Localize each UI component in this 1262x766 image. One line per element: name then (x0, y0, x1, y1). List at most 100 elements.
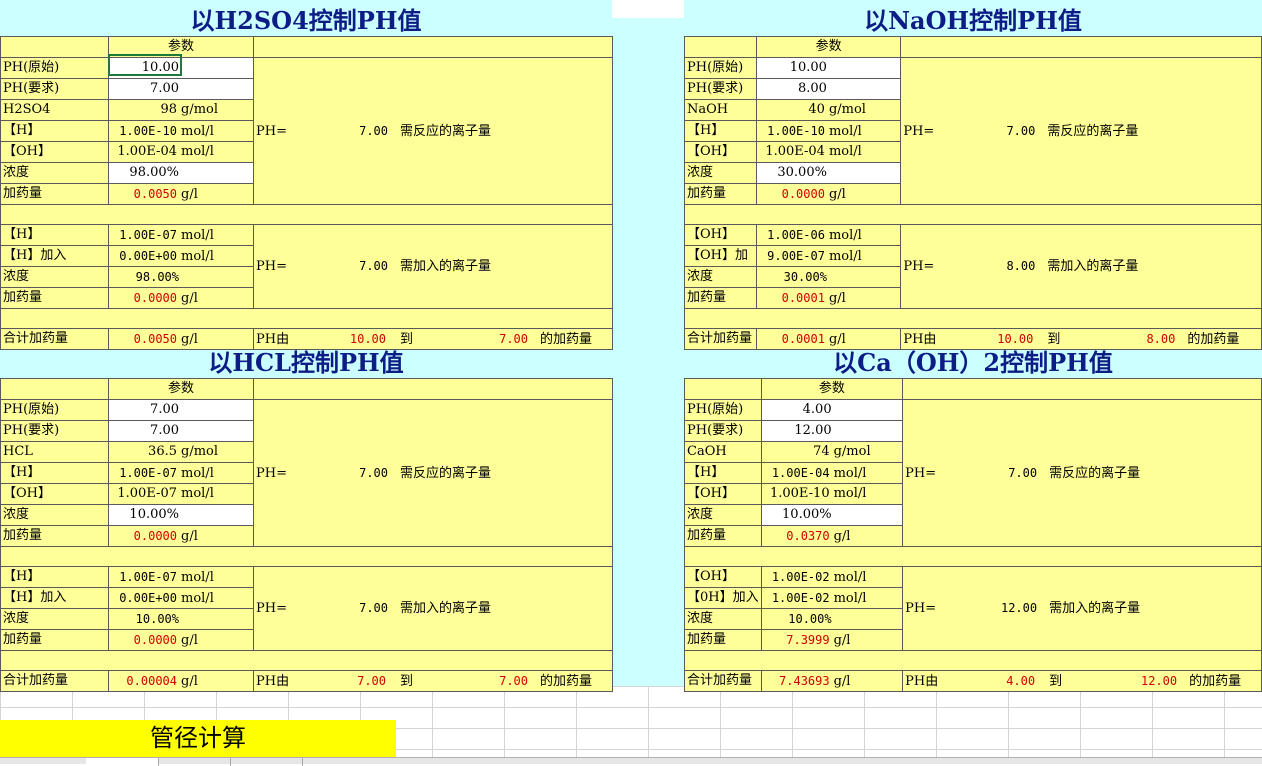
param-input-cell[interactable]: 30.00% (755, 162, 902, 184)
param-unit: mol/l (181, 123, 214, 139)
sheet-tab[interactable] (86, 758, 159, 766)
param-input-cell[interactable]: 7.00 (108, 78, 254, 100)
param-unit: mol/l (181, 569, 214, 585)
param-unit: g/l (181, 528, 198, 544)
param-value: 9.00E-07 (767, 248, 825, 263)
ph-result-value: 7.00 (359, 123, 388, 138)
param-label: PH(要求) (0, 78, 109, 100)
param-label: 【0H】加入 (684, 587, 762, 609)
param-unit: g/mol (181, 444, 219, 459)
corner-cell[interactable] (684, 378, 762, 400)
corner-cell[interactable] (0, 36, 109, 58)
param-value: 1.00E-07 (119, 465, 177, 480)
param-value-cell: 30.00% (755, 266, 902, 288)
param-input-cell[interactable]: 10.00% (760, 504, 904, 526)
param-value: 10.00% (129, 507, 179, 522)
spacer-row[interactable] (0, 308, 613, 329)
sheet-tab-bar[interactable] (0, 757, 1262, 766)
total-value-cell: 0.0050 g/l (108, 328, 254, 350)
header-filler-cell[interactable] (253, 36, 613, 58)
spacer-row[interactable] (684, 546, 1262, 567)
add-result-cell: PH= 8.00 需加入的离子量 (900, 224, 1262, 309)
param-input-cell[interactable]: 7.00 (108, 399, 254, 421)
spacer-row[interactable] (0, 650, 613, 671)
pipe-diameter-calc-button[interactable]: 管径计算 (0, 720, 396, 758)
param-unit: mol/l (833, 465, 867, 481)
spacer-row[interactable] (684, 204, 1262, 225)
param-label: 【H】 (684, 462, 762, 484)
param-unit: mol/l (181, 144, 214, 159)
param-unit: mol/l (828, 227, 862, 243)
param-label: 浓度 (684, 162, 757, 184)
param-input-cell[interactable]: 98.00% (108, 162, 254, 184)
ph-equals-label: PH= (256, 601, 287, 616)
ph-from-value: 10.00 (349, 331, 386, 346)
param-input-cell[interactable]: 10.00% (108, 504, 254, 526)
param-unit: g/mol (828, 102, 866, 117)
header-filler-cell[interactable] (900, 36, 1262, 58)
ph-to-value: 12.00 (1140, 673, 1178, 688)
param-label: 【OH】 (684, 483, 762, 505)
param-input-cell[interactable]: 8.00 (755, 78, 902, 100)
param-value-cell: 1.00E-04 mol/l (108, 141, 254, 163)
sheet-tab[interactable] (158, 758, 231, 766)
corner-cell[interactable] (684, 36, 757, 58)
header-filler-cell[interactable] (902, 378, 1262, 400)
sheet-tab[interactable] (230, 758, 303, 766)
ph-equals-label: PH= (905, 465, 937, 481)
param-unit: mol/l (828, 248, 862, 264)
param-value-cell: 0.00E+00 mol/l (108, 245, 254, 267)
param-value: 36.5 (148, 444, 177, 459)
react-result-cell: PH= 7.00 需反应的离子量 (902, 399, 1262, 547)
param-label: 【H】 (0, 224, 109, 246)
param-unit: g/l (181, 632, 198, 648)
param-header: 参数 (760, 378, 904, 400)
ph-to-value: 7.00 (499, 331, 528, 346)
param-value: 0.0000 (781, 186, 825, 201)
ph-result-value: 7.00 (1008, 465, 1038, 480)
section-title-hcl: 以HCL控制PH值 (208, 348, 404, 377)
spacer-row[interactable] (0, 546, 613, 567)
param-input-cell[interactable]: 7.00 (108, 420, 254, 442)
param-label: 【H】 (684, 120, 757, 142)
param-input-cell[interactable]: 12.00 (760, 420, 904, 442)
react-note: 需反应的离子量 (1049, 465, 1141, 481)
param-unit: mol/l (181, 227, 214, 243)
param-label: 加药量 (684, 525, 762, 547)
total-unit: g/l (828, 331, 846, 347)
ph-to-value: 7.00 (499, 673, 528, 688)
ph-result-value: 7.00 (359, 259, 388, 273)
spacer-row[interactable] (684, 308, 1262, 329)
dose-suffix: 的加药量 (1189, 673, 1242, 689)
param-value: 7.00 (150, 423, 179, 438)
param-label: 【OH】 (684, 566, 762, 588)
param-input-cell[interactable]: 10.00 (755, 57, 902, 79)
total-value: 7.43693 (779, 673, 830, 688)
param-label: PH(原始) (684, 399, 762, 421)
section-title-h2so4: 以H2SO4控制PH值 (190, 6, 422, 35)
param-label: PH(要求) (684, 78, 757, 100)
param-unit: g/l (828, 290, 846, 306)
spacer-row[interactable] (684, 650, 1262, 671)
total-label: 合计加药量 (0, 670, 109, 692)
spacer-row[interactable] (0, 204, 613, 225)
param-input-cell[interactable]: 4.00 (760, 399, 904, 421)
total-value: 0.00004 (126, 673, 177, 688)
param-label: 【OH】加 (684, 245, 757, 267)
param-label: 加药量 (684, 183, 757, 205)
param-value: 0.00E+00 (119, 248, 177, 263)
param-value-cell: 1.00E-07 mol/l (108, 224, 254, 246)
header-filler-cell[interactable] (253, 378, 613, 400)
param-value-cell: 10.00% (108, 608, 254, 630)
calc-panel-h2so4: 参数 PH(原始) 10.00 PH= 7.00 需反应的离子量 PH(要求) 7.00 H2S… (0, 36, 613, 350)
ph-result-value: 8.00 (1006, 259, 1036, 273)
param-value-cell: 40 g/mol (755, 99, 902, 121)
param-value-cell: 1.00E-06 mol/l (755, 224, 902, 246)
param-value: 30.00% (777, 165, 827, 180)
param-unit: mol/l (181, 486, 214, 501)
param-value: 98 (160, 102, 177, 117)
corner-cell[interactable] (0, 378, 109, 400)
ph-equals-label: PH= (256, 259, 287, 274)
param-label: 【OH】 (0, 483, 109, 505)
param-value: 1.00E-04 (117, 144, 177, 159)
